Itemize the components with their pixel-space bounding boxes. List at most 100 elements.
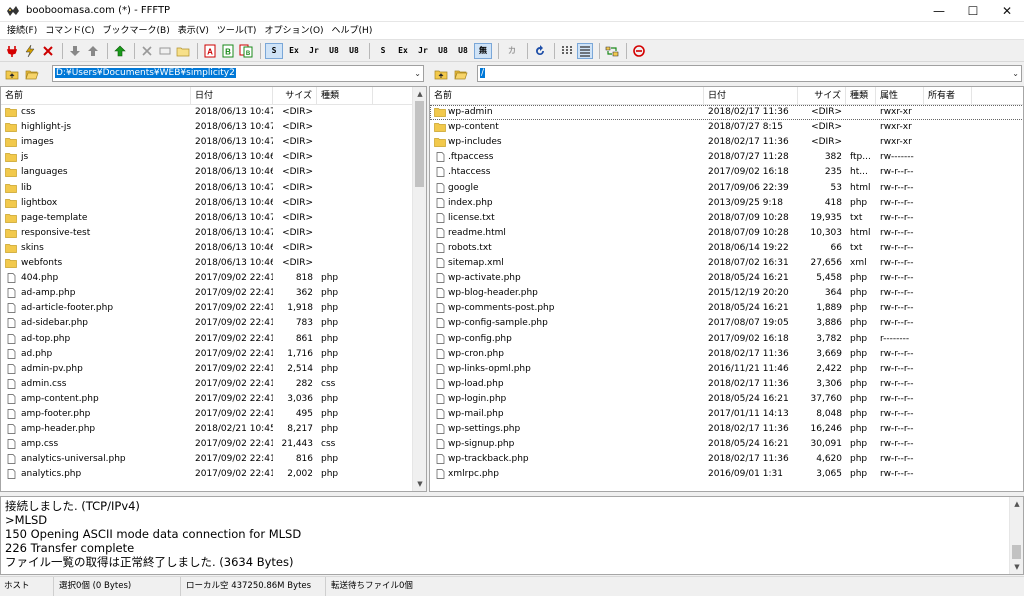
local-col-name[interactable]: 名前 <box>1 87 191 105</box>
remote-path-input[interactable]: / ⌄ <box>477 65 1022 82</box>
table-row[interactable]: readme.html 2018/07/09 10:28 10,303 html rw-… <box>430 226 1023 241</box>
binary-mode-button[interactable]: B <box>220 43 236 59</box>
table-row[interactable]: wp-login.php 2018/05/24 16:21 37,760 php rw-… <box>430 392 1023 407</box>
table-row[interactable]: wp-links-opml.php 2016/11/21 11:46 2,422 ph… <box>430 362 1023 377</box>
local-file-list[interactable]: 名前 日付 サイズ 種類 css 2018/06/13 10:47 <DIR> hig… <box>0 86 427 492</box>
quick-connect-button[interactable] <box>22 43 38 59</box>
table-row[interactable]: wp-blog-header.php 2015/12/19 20:20 364 php… <box>430 286 1023 301</box>
table-row[interactable]: analytics-universal.php 2017/09/02 22:41 8… <box>1 452 411 467</box>
menu-connect[interactable]: 接続(F) <box>3 22 41 40</box>
maximize-button[interactable]: ☐ <box>956 0 990 22</box>
minimize-button[interactable]: — <box>922 0 956 22</box>
refresh-button[interactable] <box>532 43 548 59</box>
table-row[interactable]: wp-trackback.php 2018/02/17 11:36 4,620 php… <box>430 452 1023 467</box>
remote-file-list[interactable]: 名前 日付 サイズ 種類 属性 所有者 wp-admin 2018/02/17 1… <box>429 86 1024 492</box>
abort-button[interactable] <box>631 43 647 59</box>
table-row[interactable]: images 2018/06/13 10:47 <DIR> <box>1 135 411 150</box>
remote-col-type[interactable]: 種類 <box>846 87 876 105</box>
remote-col-date[interactable]: 日付 <box>704 87 798 105</box>
local-kanji-utf8bom-button[interactable]: U8 <box>345 43 363 59</box>
log-scroll-thumb[interactable] <box>1012 545 1021 559</box>
remote-open-folder-button[interactable] <box>453 67 469 81</box>
table-row[interactable]: wp-config.php 2017/09/02 16:18 3,782 php r--… <box>430 332 1023 347</box>
table-row[interactable]: amp.css 2017/09/02 22:41 21,443 css <box>1 437 411 452</box>
table-row[interactable]: wp-cron.php 2018/02/17 11:36 3,669 php rw-r-… <box>430 347 1023 362</box>
ascii-mode-button[interactable]: A <box>202 43 218 59</box>
table-row[interactable]: ad.php 2017/09/02 22:41 1,716 php <box>1 347 411 362</box>
chevron-down-icon[interactable]: ⌄ <box>1012 67 1019 80</box>
no-conversion-button[interactable]: 無 <box>474 42 492 59</box>
local-open-folder-button[interactable] <box>24 67 40 81</box>
table-row[interactable]: wp-mail.php 2017/01/11 14:13 8,048 php rw-r-… <box>430 407 1023 422</box>
table-row[interactable]: languages 2018/06/13 10:46 <DIR> <box>1 165 411 180</box>
table-row[interactable]: highlight-js 2018/06/13 10:47 <DIR> <box>1 120 411 135</box>
table-row[interactable]: ad-sidebar.php 2017/09/02 22:41 783 php <box>1 316 411 331</box>
log-panel[interactable]: 接続しました. (TCP/IPv4) >MLSD 150 Opening ASC… <box>0 496 1024 575</box>
table-row[interactable]: xmlrpc.php 2016/09/01 1:31 3,065 php rw-r--r… <box>430 467 1023 482</box>
table-row[interactable]: wp-comments-post.php 2018/05/24 16:21 1,88… <box>430 301 1023 316</box>
download-button[interactable] <box>67 43 83 59</box>
table-row[interactable]: amp-content.php 2017/09/02 22:41 3,036 php <box>1 392 411 407</box>
local-kanji-sjis-button[interactable]: S <box>265 42 283 59</box>
table-row[interactable]: 404.php 2017/09/02 22:41 818 php <box>1 271 411 286</box>
table-row[interactable]: index.php 2013/09/25 9:18 418 php rw-r--r-- <box>430 196 1023 211</box>
table-row[interactable]: webfonts 2018/06/13 10:46 <DIR> <box>1 256 411 271</box>
table-row[interactable]: analytics.php 2017/09/02 22:41 2,002 php <box>1 467 411 482</box>
table-row[interactable]: skins 2018/06/13 10:46 <DIR> <box>1 241 411 256</box>
local-path-input[interactable]: D:¥Users¥Documents¥WEB¥simplicity2 ⌄ <box>52 65 424 82</box>
table-row[interactable]: sitemap.xml 2018/07/02 16:31 27,656 xml rw-r… <box>430 256 1023 271</box>
remote-parent-dir-button[interactable] <box>433 67 449 81</box>
list-view-button[interactable] <box>559 43 575 59</box>
close-button[interactable]: ✕ <box>990 0 1024 22</box>
table-row[interactable]: .ftpaccess 2018/07/27 11:28 382 ftp... rw---… <box>430 150 1023 165</box>
connect-button[interactable] <box>4 43 20 59</box>
remote-col-size[interactable]: サイズ <box>798 87 846 105</box>
sync-browse-button[interactable] <box>604 43 620 59</box>
table-row[interactable]: ad-top.php 2017/09/02 22:41 861 php <box>1 332 411 347</box>
table-row[interactable]: wp-load.php 2018/02/17 11:36 3,306 php rw-r-… <box>430 377 1023 392</box>
table-row[interactable]: lib 2018/06/13 10:47 <DIR> <box>1 181 411 196</box>
table-row[interactable]: wp-signup.php 2018/05/24 16:21 30,091 php rw… <box>430 437 1023 452</box>
rename-button[interactable] <box>157 43 173 59</box>
remote-kanji-jis-button[interactable]: Jr <box>414 43 432 59</box>
scroll-down-icon[interactable]: ▼ <box>1010 560 1024 574</box>
remote-kanji-utf8-button[interactable]: U8 <box>434 43 452 59</box>
remote-col-attr[interactable]: 属性 <box>876 87 924 105</box>
remote-col-name[interactable]: 名前 <box>430 87 704 105</box>
log-scrollbar[interactable]: ▲ ▼ <box>1009 497 1023 574</box>
menu-options[interactable]: オプション(O) <box>260 22 327 40</box>
menu-bookmark[interactable]: ブックマーク(B) <box>99 22 174 40</box>
delete-button[interactable] <box>139 43 155 59</box>
new-folder-button[interactable] <box>175 43 191 59</box>
kana-conversion-button[interactable]: カ <box>503 43 521 59</box>
menu-command[interactable]: コマンド(C) <box>41 22 98 40</box>
table-row[interactable]: wp-content 2018/07/27 8:15 <DIR> rwxr-xr <box>430 120 1023 135</box>
table-row[interactable]: amp-footer.php 2017/09/02 22:41 495 php <box>1 407 411 422</box>
auto-mode-button[interactable]: B <box>238 43 254 59</box>
table-row[interactable]: js 2018/06/13 10:46 <DIR> <box>1 150 411 165</box>
menu-view[interactable]: 表示(V) <box>174 22 213 40</box>
detail-view-button[interactable] <box>577 42 593 59</box>
table-row[interactable]: ad-amp.php 2017/09/02 22:41 362 php <box>1 286 411 301</box>
menu-tools[interactable]: ツール(T) <box>213 22 261 40</box>
table-row[interactable]: responsive-test 2018/06/13 10:47 <DIR> <box>1 226 411 241</box>
remote-kanji-euc-button[interactable]: Ex <box>394 43 412 59</box>
table-row[interactable]: page-template 2018/06/13 10:47 <DIR> <box>1 211 411 226</box>
table-row[interactable]: wp-admin 2018/02/17 11:36 <DIR> rwxr-xr <box>430 105 1023 120</box>
mirror-upload-button[interactable] <box>112 43 128 59</box>
local-kanji-jis-button[interactable]: Jr <box>305 43 323 59</box>
table-row[interactable]: wp-settings.php 2018/02/17 11:36 16,246 php… <box>430 422 1023 437</box>
remote-col-owner[interactable]: 所有者 <box>924 87 972 105</box>
local-scrollbar[interactable]: ▲ ▼ <box>412 87 426 491</box>
remote-kanji-sjis-button[interactable]: S <box>374 43 392 59</box>
upload-button[interactable] <box>85 43 101 59</box>
chevron-down-icon[interactable]: ⌄ <box>414 67 421 80</box>
disconnect-button[interactable] <box>40 43 56 59</box>
table-row[interactable]: wp-includes 2018/02/17 11:36 <DIR> rwxr-xr <box>430 135 1023 150</box>
remote-kanji-utf8bom-button[interactable]: U8 <box>454 43 472 59</box>
local-col-date[interactable]: 日付 <box>191 87 273 105</box>
scroll-up-icon[interactable]: ▲ <box>1010 497 1024 511</box>
table-row[interactable]: admin-pv.php 2017/09/02 22:41 2,514 php <box>1 362 411 377</box>
local-scroll-thumb[interactable] <box>415 101 424 187</box>
local-parent-dir-button[interactable] <box>4 67 20 81</box>
